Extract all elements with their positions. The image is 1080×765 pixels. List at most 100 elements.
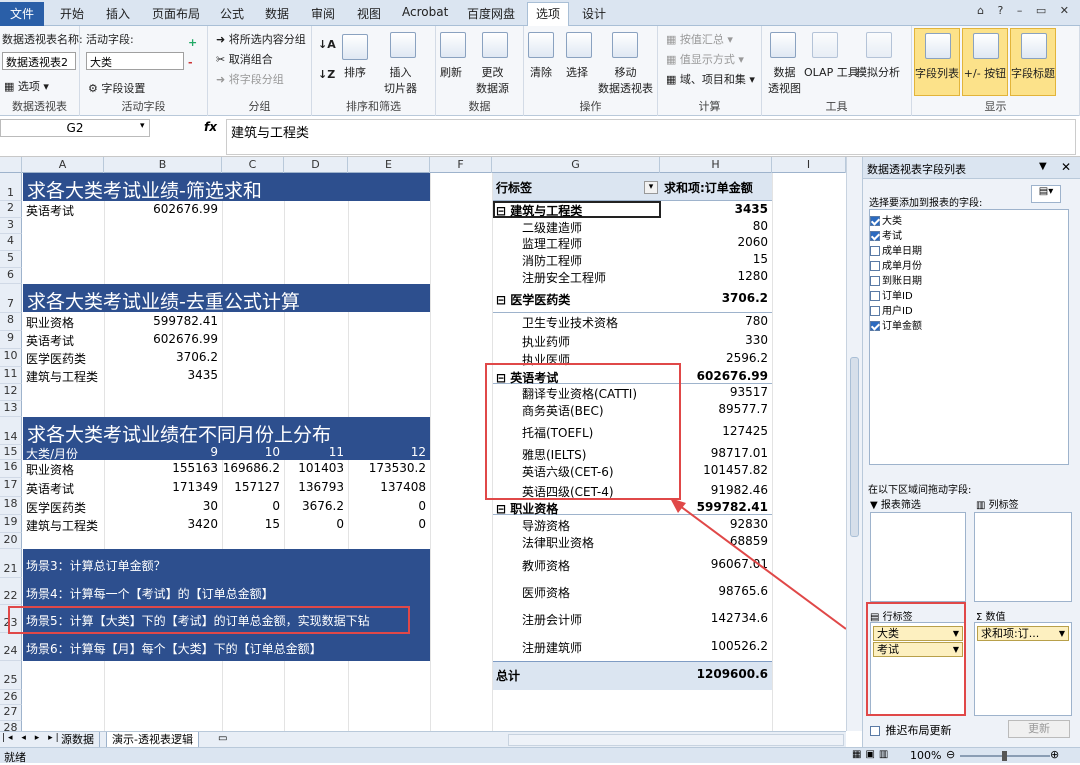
tab-design[interactable]: 设计 [582,5,606,22]
month-cell[interactable]: 155163 [104,461,218,475]
checkbox-checked-icon[interactable] [870,321,880,331]
pivot-item[interactable]: 卫生专业技术资格 [522,314,618,331]
zoom-in-icon[interactable]: ⊕ [1050,748,1059,761]
field-item[interactable]: 大类 [870,212,902,227]
pivot-item-value[interactable]: 100526.2 [660,639,768,653]
row-header[interactable]: 5 [0,251,22,268]
row-header[interactable]: 21 [0,549,22,578]
column-header[interactable]: H [660,157,772,173]
row-header[interactable]: 20 [0,533,22,549]
tab-page-layout[interactable]: 页面布局 [152,5,200,22]
field-headers-button[interactable]: 字段标题 [1010,28,1056,96]
pivot-group[interactable]: ⊟ 医学医药类 [496,291,570,308]
sheet-nav-icons[interactable]: |◂ ◂ ▸ ▸| [2,733,62,743]
refresh-button[interactable]: 刷新 [440,64,462,80]
sort-az-icon[interactable]: ↓A [318,38,336,51]
field-list-button[interactable]: 字段列表 [914,28,960,96]
column-header[interactable]: E [348,157,430,173]
zoom-slider-thumb[interactable] [1002,751,1007,761]
pivot-item[interactable]: 注册建筑师 [522,639,582,656]
row-header[interactable]: 28 [0,721,22,731]
tab-baidu[interactable]: 百度网盘 [467,5,515,22]
what-if-button[interactable]: 模拟分析 [856,64,900,80]
worksheet-grid[interactable]: 1 2 3 4 5 6 7 8 9 10 11 12 13 14 15 16 1… [0,173,846,731]
pivot-group-total[interactable]: 3706.2 [660,291,768,305]
pivot-item-value[interactable]: 80 [660,219,768,233]
new-sheet-icon[interactable]: ▭ [218,733,227,744]
pivot-chart-button[interactable]: 数据 透视图 [768,64,801,96]
pivot-filter-dropdown[interactable]: ▾ [644,181,658,194]
row-header[interactable]: 1 [0,173,22,201]
row-header[interactable]: 26 [0,690,22,705]
checkbox-icon[interactable] [870,246,880,256]
group-field-button[interactable]: ➜ 将字段分组 [216,71,284,87]
checkbox-checked-icon[interactable] [870,216,880,226]
ungroup-button[interactable]: ✂ 取消组合 [216,51,273,67]
checkbox-icon[interactable] [870,276,880,286]
tab-data[interactable]: 数据 [265,5,289,22]
row-header[interactable]: 16 [0,460,22,478]
clear-button[interactable]: 清除 [530,64,552,80]
active-field-input[interactable]: 大类 [86,52,184,70]
pivot-item[interactable]: 监理工程师 [522,235,582,252]
tab-review[interactable]: 审阅 [311,5,335,22]
name-box-dropdown-icon[interactable]: ▾ [140,121,145,131]
column-header[interactable]: D [284,157,348,173]
column-header[interactable]: I [772,157,846,173]
update-button[interactable]: 更新 [1008,720,1070,738]
pivot-item[interactable]: 教师资格 [522,557,570,574]
tab-options[interactable]: 选项 [527,2,570,26]
row-header[interactable]: 3 [0,218,22,234]
select-button[interactable]: 选择 [566,64,588,80]
value-field-chip[interactable]: 求和项:订... ▼ [977,626,1069,641]
tab-insert[interactable]: 插入 [106,5,130,22]
chip-dropdown-icon[interactable]: ▼ [1059,627,1065,640]
collapse-field-icon[interactable]: - [188,56,193,69]
checkbox-icon[interactable] [870,261,880,271]
month-cell[interactable]: 3420 [104,517,218,531]
field-item[interactable]: 成单月份 [870,257,922,272]
field-item[interactable]: 考试 [870,227,902,242]
cell-list2-value[interactable]: 602676.99 [104,332,218,346]
checkbox-icon[interactable] [870,726,880,736]
pivot-item[interactable]: 消防工程师 [522,252,582,269]
pt-name-input[interactable]: 数据透视表2 [2,52,76,70]
show-values-as-button[interactable]: ▦ 值显示方式 ▾ [666,51,744,67]
pivot-item-value[interactable]: 15 [660,252,768,266]
pane-layout-button[interactable]: ▤▾ [1031,185,1061,203]
row-header[interactable]: 6 [0,268,22,284]
group-selection-button[interactable]: ➜ 将所选内容分组 [216,31,306,47]
defer-update-control[interactable]: 推迟布局更新 [870,722,952,738]
cell-list2-value[interactable]: 3706.2 [104,350,218,364]
row-header[interactable]: 19 [0,515,22,533]
month-cell[interactable]: 0 [348,499,426,513]
fields-items-button[interactable]: ▦ 域、项目和集 ▾ [666,71,755,87]
pivot-item[interactable]: 二级建造师 [522,219,582,236]
column-header[interactable]: C [222,157,284,173]
zoom-level[interactable]: 100% [910,749,941,762]
move-pivot-button[interactable]: 移动 数据透视表 [598,64,653,96]
pt-options-button[interactable]: ▦ 选项 ▾ [4,78,49,94]
month-cell[interactable]: 15 [222,517,280,531]
pane-close-icon[interactable]: ✕ [1061,160,1071,174]
sort-za-icon[interactable]: ↓Z [318,68,335,81]
row-header[interactable]: 15 [0,445,22,460]
cell-list2-name[interactable]: 职业资格 [26,314,74,331]
sheet-tab[interactable]: 源数据 [56,732,100,748]
row-header[interactable]: 14 [0,417,22,445]
field-item[interactable]: 用户ID [870,302,913,317]
field-settings-button[interactable]: ⚙ 字段设置 [88,80,145,96]
pivot-item-value[interactable]: 1280 [660,269,768,283]
month-row-name[interactable]: 建筑与工程类 [26,517,98,534]
row-header[interactable]: 7 [0,284,22,313]
fx-icon[interactable]: fx [204,120,217,134]
plus-minus-button[interactable]: +/- 按钮 [962,28,1008,96]
row-header[interactable]: 17 [0,478,22,497]
insert-slicer-button[interactable]: 插入 切片器 [384,64,417,96]
field-item[interactable]: 成单日期 [870,242,922,257]
view-mode-icons[interactable]: ▦▣▥ [852,749,892,760]
row-header[interactable]: 8 [0,313,22,331]
month-row-name[interactable]: 医学医药类 [26,499,86,516]
month-cell[interactable]: 137408 [348,480,426,494]
row-header[interactable]: 11 [0,367,22,384]
